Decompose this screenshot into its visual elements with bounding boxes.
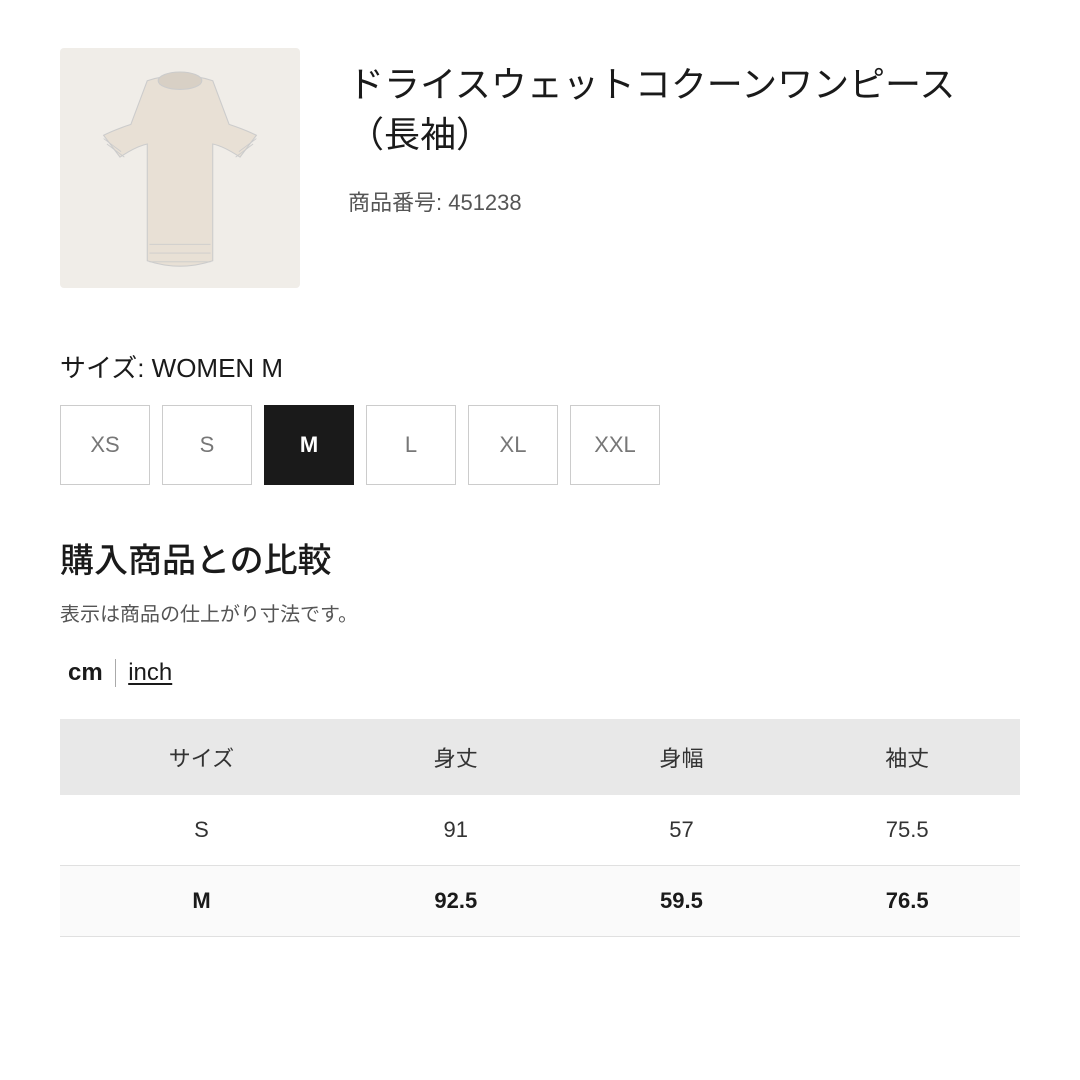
table-header: サイズ 身丈 身幅 袖丈 (60, 719, 1020, 795)
comparison-section: 購入商品との比較 表示は商品の仕上がり寸法です。 cm inch サイズ 身丈 … (60, 533, 1020, 937)
size-section: サイズ: WOMEN M XS S M L XL XXL (60, 348, 1020, 485)
cell-sleeve-s: 75.5 (794, 795, 1020, 866)
size-button-xl[interactable]: XL (468, 405, 558, 485)
dress-illustration (60, 48, 300, 288)
cell-sleeve-m: 76.5 (794, 866, 1020, 937)
product-header: ドライスウェットコクーンワンピース（長袖） 商品番号: 451238 (60, 48, 1020, 288)
cell-size-m: M (60, 866, 343, 937)
size-button-s[interactable]: S (162, 405, 252, 485)
cell-body-width-m: 59.5 (569, 866, 795, 937)
unit-toggle: cm inch (60, 655, 1020, 691)
size-label: サイズ: WOMEN M (60, 348, 1020, 385)
comparison-subtitle: 表示は商品の仕上がり寸法です。 (60, 598, 1020, 627)
table-row: S 91 57 75.5 (60, 795, 1020, 866)
product-name: ドライスウェットコクーンワンピース（長袖） (348, 60, 1020, 161)
col-header-body-width: 身幅 (569, 719, 795, 795)
product-number: 商品番号: 451238 (348, 185, 1020, 217)
col-header-size: サイズ (60, 719, 343, 795)
table-header-row: サイズ 身丈 身幅 袖丈 (60, 719, 1020, 795)
product-info: ドライスウェットコクーンワンピース（長袖） 商品番号: 451238 (348, 48, 1020, 217)
product-image (60, 48, 300, 288)
size-buttons: XS S M L XL XXL (60, 405, 1020, 485)
size-button-xs[interactable]: XS (60, 405, 150, 485)
unit-divider (115, 659, 117, 687)
page-container: ドライスウェットコクーンワンピース（長袖） 商品番号: 451238 サイズ: … (0, 0, 1080, 1017)
cell-body-length-s: 91 (343, 795, 569, 866)
cell-body-width-s: 57 (569, 795, 795, 866)
size-button-m[interactable]: M (264, 405, 354, 485)
size-table: サイズ 身丈 身幅 袖丈 S 91 57 75.5 M 92.5 59.5 76 (60, 719, 1020, 937)
comparison-title: 購入商品との比較 (60, 533, 1020, 582)
col-header-body-length: 身丈 (343, 719, 569, 795)
unit-inch-button[interactable]: inch (120, 655, 180, 691)
table-row-highlighted: M 92.5 59.5 76.5 (60, 866, 1020, 937)
unit-cm-button[interactable]: cm (60, 655, 111, 691)
col-header-sleeve: 袖丈 (794, 719, 1020, 795)
cell-body-length-m: 92.5 (343, 866, 569, 937)
size-button-xxl[interactable]: XXL (570, 405, 660, 485)
cell-size-s: S (60, 795, 343, 866)
size-button-l[interactable]: L (366, 405, 456, 485)
table-body: S 91 57 75.5 M 92.5 59.5 76.5 (60, 795, 1020, 937)
